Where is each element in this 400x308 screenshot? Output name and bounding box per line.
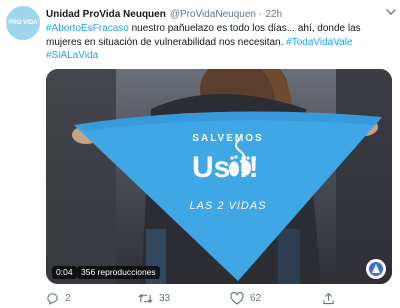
retweet-count: 33	[159, 292, 171, 304]
like-count: 62	[250, 292, 262, 304]
scarf-bottom-text: LAS 2 VIDAS	[189, 200, 266, 212]
tweet-text: #AbortoEsFracaso nuestro pañuelazo es to…	[46, 22, 392, 63]
tweet-header: Unidad ProVida Neuquen @ProVidaNeuquen ·…	[46, 6, 392, 22]
hashtag-aborto-es-fracaso[interactable]: #AbortoEsFracaso	[46, 23, 129, 34]
hashtag-si-a-la-vida[interactable]: #SiALaVida	[46, 50, 98, 61]
hashtag-toda-vida-vale[interactable]: #TodaVidaVale	[286, 37, 352, 48]
share-button[interactable]	[322, 290, 341, 306]
retweet-icon	[138, 293, 153, 303]
author-name[interactable]: Unidad ProVida Neuquen	[46, 9, 166, 20]
avatar-logo-text: PRO VIDA	[8, 19, 38, 26]
share-icon	[323, 292, 334, 304]
video-frame: SALVEMOS Us !! LAS 2 VIDAS	[46, 69, 392, 284]
chevron-down-icon[interactable]	[386, 8, 396, 16]
avatar[interactable]: PRO VIDA	[6, 6, 40, 40]
reply-button[interactable]: 2	[46, 290, 71, 306]
retweet-button[interactable]: 33	[138, 290, 170, 306]
reply-count: 2	[65, 292, 71, 304]
reply-icon	[47, 292, 58, 305]
scarf-top-text: SALVEMOS	[192, 133, 263, 144]
like-button[interactable]: 62	[230, 290, 261, 306]
video-player[interactable]: SALVEMOS Us !! LAS 2 VIDAS 0:04 356 repr…	[46, 69, 392, 284]
tweet-timestamp[interactable]: 22h	[265, 9, 282, 20]
heart-icon	[230, 291, 244, 305]
tweet[interactable]: PRO VIDA Unidad ProVida Neuquen @ProVida…	[0, 0, 400, 308]
header-separator: ·	[258, 8, 263, 20]
video-view-count: 356 reproducciones	[77, 266, 160, 279]
author-handle[interactable]: @ProVidaNeuquen	[170, 9, 256, 20]
tweet-actions: 2 33 62	[46, 290, 392, 306]
video-duration: 0:04	[52, 266, 77, 279]
